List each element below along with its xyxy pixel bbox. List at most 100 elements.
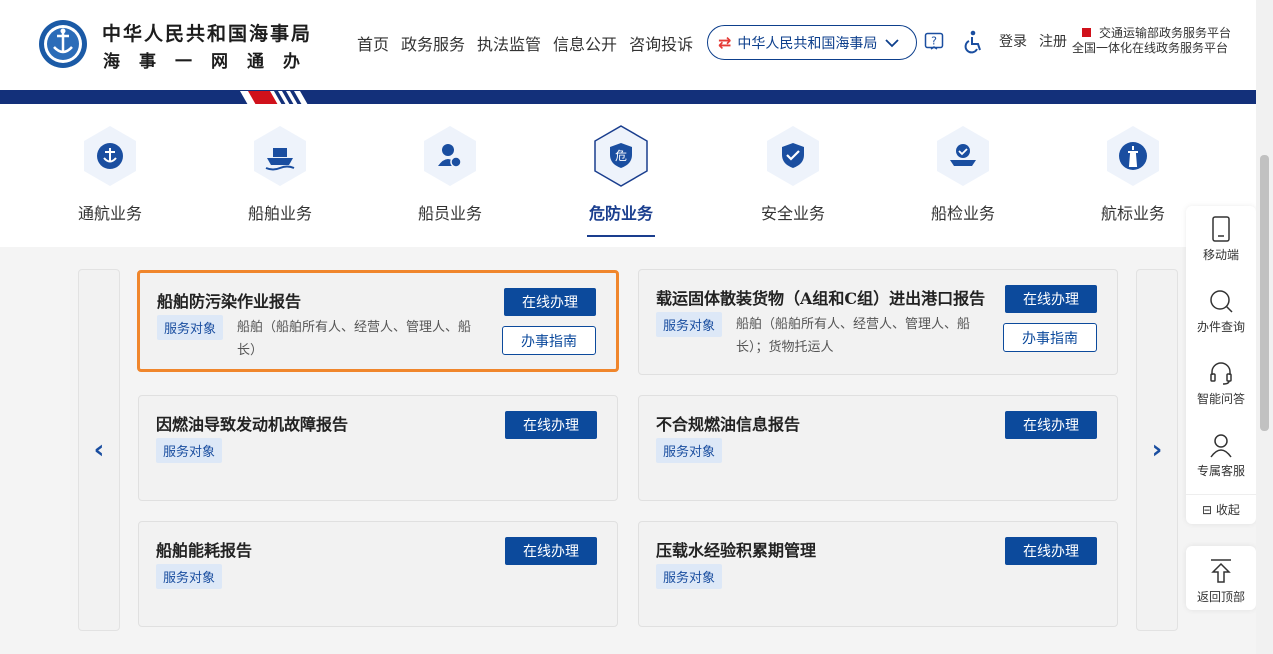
service-card[interactable]: 载运固体散装货物（A组和C组）进出港口报告 服务对象 船舶（船舶所有人、经营人、… (638, 269, 1118, 375)
tab-label: 安全业务 (760, 204, 825, 223)
org-select-value: 中华人民共和国海事局 (737, 35, 878, 52)
service-target-desc: 船舶（船舶所有人、经营人、管理人、船长）；货物托运人 (736, 317, 971, 355)
nav-item-gov-service[interactable]: 政务服务 (401, 31, 465, 55)
floating-service-panel: 移动端 办件查询 智能问答 专属客服 ⊟ 收起 (1186, 206, 1256, 524)
online-handle-button[interactable]: 在线办理 (504, 288, 596, 316)
register-link[interactable]: 注册 (1039, 31, 1067, 51)
headset-icon (1210, 362, 1232, 385)
site-title[interactable]: 中华人民共和国海事局 (102, 19, 312, 46)
service-card[interactable]: 压载水经验积累期管理 服务对象 在线办理 (638, 521, 1118, 627)
service-title[interactable]: 船舶防污染作业报告 (157, 288, 301, 312)
svg-text:危: 危 (615, 149, 627, 163)
collapse-button[interactable]: ⊟ 收起 (1186, 494, 1256, 518)
online-handle-button[interactable]: 在线办理 (505, 411, 597, 439)
tab-ship-inspection[interactable]: 船检业务 (903, 124, 1023, 224)
service-title[interactable]: 因燃油导致发动机故障报告 (156, 411, 348, 435)
svg-text:?: ? (931, 35, 937, 48)
online-handle-button[interactable]: 在线办理 (1005, 285, 1097, 313)
ship-inspection-icon (934, 124, 992, 188)
collapse-label: 收起 (1215, 503, 1240, 517)
crew-icon (421, 124, 479, 188)
online-handle-button[interactable]: 在线办理 (1005, 411, 1097, 439)
tab-label: 船检业务 (930, 204, 995, 223)
service-target-tag: 服务对象 (656, 438, 723, 463)
next-page-button[interactable]: › (1136, 269, 1178, 631)
tab-safety[interactable]: 安全业务 (733, 124, 853, 224)
org-select[interactable]: ⇄ 中华人民共和国海事局 (707, 25, 917, 60)
service-card[interactable]: 不合规燃油信息报告 服务对象 在线办理 (638, 395, 1118, 501)
help-icon[interactable]: ? (924, 32, 944, 52)
tab-crew[interactable]: 船员业务 (390, 124, 510, 224)
shield-check-icon (764, 124, 822, 188)
nav-item-enforcement[interactable]: 执法监管 (477, 31, 541, 55)
site-subtitle: 海事一网通办 (103, 52, 319, 72)
band-stripe-decoration (240, 91, 308, 104)
service-label: 专属客服 (1196, 464, 1245, 478)
nav-item-home[interactable]: 首页 (357, 31, 389, 55)
back-to-top-label: 返回顶部 (1196, 590, 1245, 604)
query-button[interactable]: 办件查询 (1186, 288, 1256, 335)
active-tab-indicator (587, 235, 655, 237)
collapse-icon: ⊟ (1202, 503, 1216, 517)
qa-label: 智能问答 (1196, 392, 1245, 406)
tab-navigation-mark[interactable]: 航标业务 (1073, 124, 1193, 224)
service-list: ‹ › 船舶防污染作业报告 服务对象 船舶（船舶所有人、经营人、管理人、船长） … (0, 247, 1256, 654)
service-card[interactable]: 船舶能耗报告 服务对象 在线办理 (138, 521, 618, 627)
scrollbar-thumb[interactable] (1260, 155, 1269, 431)
service-target-desc: 船舶（船舶所有人、经营人、管理人、船长） (237, 320, 472, 358)
service-target-tag: 服务对象 (156, 564, 223, 589)
site-header: 中华人民共和国海事局 海事一网通办 首页 政务服务 执法监管 信息公开 咨询投诉… (0, 0, 1256, 90)
danger-icon: 危 (592, 124, 650, 188)
tab-label: 船员业务 (417, 204, 482, 223)
tab-label: 船舶业务 (247, 204, 312, 223)
service-target-tag: 服务对象 (157, 315, 224, 340)
back-to-top-button[interactable]: 返回顶部 (1186, 546, 1256, 610)
guide-button[interactable]: 办事指南 (502, 326, 596, 355)
prev-page-button[interactable]: ‹ (78, 269, 120, 631)
service-target-tag: 服务对象 (156, 438, 223, 463)
chevron-left-icon: ‹ (93, 435, 105, 465)
arrow-up-icon (1211, 559, 1231, 583)
tab-label: 危防业务 (588, 204, 653, 223)
service-title[interactable]: 压载水经验积累期管理 (656, 537, 816, 561)
tab-ship[interactable]: 船舶业务 (220, 124, 340, 224)
nav-item-complaint[interactable]: 咨询投诉 (629, 31, 693, 55)
main-nav: 首页 政务服务 执法监管 信息公开 咨询投诉 (357, 31, 705, 55)
header-band (0, 90, 1256, 104)
guide-button[interactable]: 办事指南 (1003, 323, 1097, 352)
service-title[interactable]: 不合规燃油信息报告 (656, 411, 800, 435)
online-handle-button[interactable]: 在线办理 (505, 537, 597, 565)
service-card[interactable]: 船舶防污染作业报告 服务对象 船舶（船舶所有人、经营人、管理人、船长） 在线办理… (137, 270, 619, 372)
search-icon (1210, 290, 1233, 313)
mobile-icon (1212, 216, 1230, 242)
mobile-button[interactable]: 移动端 (1186, 216, 1256, 263)
category-tabs: 通航业务 船舶业务 船员业务 危 危防业务 安全业务 船检业务 航标业务 (0, 104, 1256, 247)
platform-links[interactable]: 交通运输部政务服务平台 全国一体化在线政务服务平台 (1072, 26, 1231, 56)
maritime-emblem-icon[interactable] (38, 19, 88, 69)
tab-danger-prevention[interactable]: 危 危防业务 (561, 124, 681, 237)
qa-button[interactable]: 智能问答 (1186, 360, 1256, 407)
login-link[interactable]: 登录 (999, 31, 1027, 51)
tab-label: 通航业务 (77, 204, 142, 223)
platform-line-1[interactable]: 交通运输部政务服务平台 (1099, 26, 1231, 40)
platform-flag-icon (1082, 28, 1091, 37)
chevron-down-icon (885, 38, 900, 47)
service-title[interactable]: 船舶能耗报告 (156, 537, 252, 561)
service-button[interactable]: 专属客服 (1186, 432, 1256, 479)
lighthouse-icon (1104, 124, 1162, 188)
online-handle-button[interactable]: 在线办理 (1005, 537, 1097, 565)
ship-icon (251, 124, 309, 188)
mobile-label: 移动端 (1202, 248, 1239, 262)
platform-line-2[interactable]: 全国一体化在线政务服务平台 (1072, 41, 1231, 56)
anchor-icon (81, 124, 139, 188)
service-title[interactable]: 载运固体散装货物（A组和C组）进出港口报告 (656, 285, 985, 309)
scrollbar[interactable] (1256, 0, 1273, 654)
accessibility-icon[interactable] (962, 30, 984, 54)
service-target-tag: 服务对象 (656, 564, 723, 589)
nav-item-info[interactable]: 信息公开 (553, 31, 617, 55)
customer-service-icon (1210, 434, 1232, 458)
service-card[interactable]: 因燃油导致发动机故障报告 服务对象 在线办理 (138, 395, 618, 501)
tab-navigation[interactable]: 通航业务 (50, 124, 170, 224)
service-target-tag: 服务对象 (656, 312, 723, 337)
swap-icon: ⇄ (718, 33, 732, 52)
